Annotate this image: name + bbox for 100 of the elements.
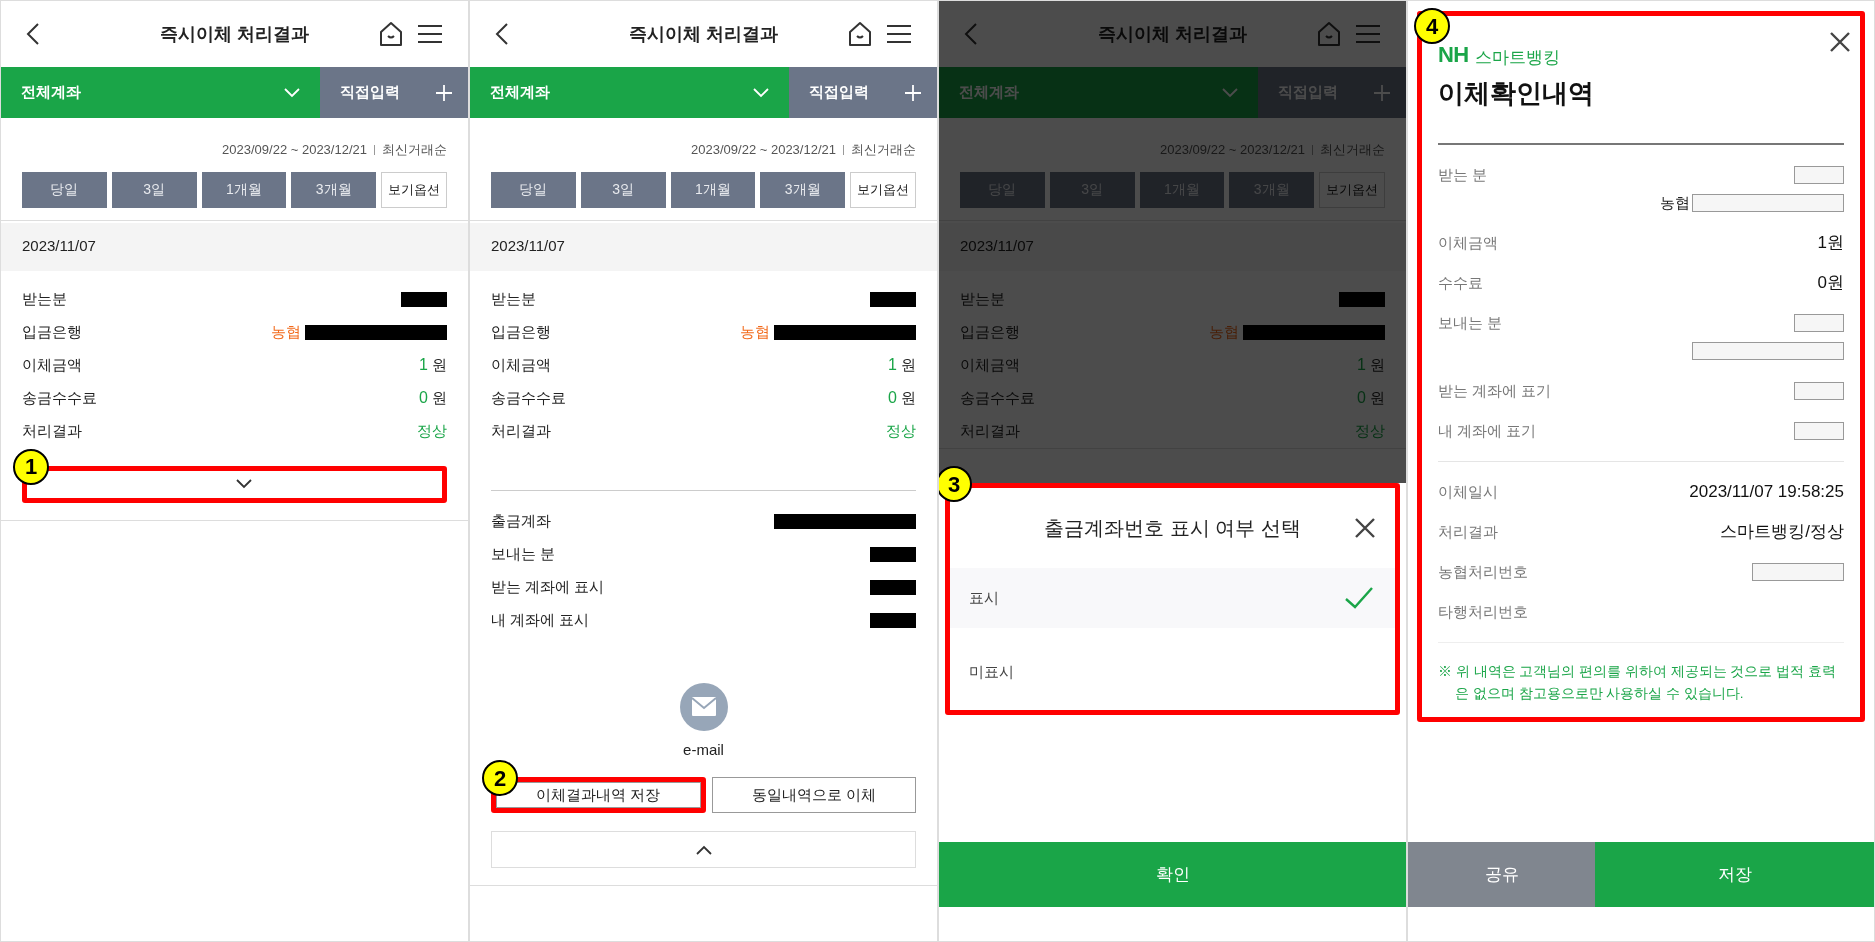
row-value: 스마트뱅킹/정상 — [1720, 521, 1844, 544]
row-label: 입금은행 — [960, 321, 1020, 342]
check-icon — [1345, 587, 1373, 609]
redaction-bar — [870, 579, 916, 595]
currency-unit: 원 — [432, 354, 447, 375]
masked-field — [1794, 422, 1844, 440]
plus-icon — [905, 84, 921, 101]
row-label: 송금수수료 — [22, 387, 97, 408]
repeat-transfer-button[interactable]: 동일내역으로 이체 — [711, 777, 916, 813]
home-icon[interactable] — [379, 21, 403, 47]
row-label: 받는 계좌에 표기 — [1438, 380, 1552, 401]
share-button[interactable]: 공유 — [1408, 842, 1595, 907]
row-label: 받는 분 — [1438, 164, 1488, 185]
confirm-button[interactable]: 확인 — [939, 842, 1406, 907]
row-label: 처리결과 — [1438, 521, 1498, 542]
option-row[interactable]: 표시 — [950, 568, 1395, 628]
date-header: 2023/11/07 — [1, 222, 468, 271]
brand-name: 스마트뱅킹 — [1474, 49, 1560, 66]
row-label: 받는분 — [22, 288, 67, 309]
row-value: 2023/11/07 19:58:25 — [1689, 481, 1844, 504]
redaction-bar — [401, 291, 447, 307]
row-label: 보내는 분 — [491, 543, 556, 564]
back-icon[interactable] — [495, 22, 509, 46]
screen-title: 즉시이체 처리결과 — [1097, 22, 1248, 46]
period-button[interactable]: 당일 — [22, 171, 107, 208]
plus-icon — [436, 84, 452, 101]
sheet-title: 출금계좌번호 표시 여부 선택 — [1044, 516, 1301, 541]
row-label: 받는 계좌에 표시 — [491, 576, 605, 597]
period-button[interactable]: 3개월 — [291, 171, 376, 208]
back-icon[interactable] — [26, 22, 40, 46]
date-range: 2023/09/22 ~ 2023/12/21 — [691, 141, 836, 159]
dropdown-chevron-icon — [753, 87, 769, 98]
row-label: 입금은행 — [491, 321, 551, 342]
period-button[interactable]: 3일 — [580, 171, 666, 208]
row-label: 송금수수료 — [491, 387, 566, 408]
email-share-button[interactable]: e-mail — [679, 682, 728, 761]
view-options-button[interactable]: 보기옵션 — [381, 171, 447, 208]
masked-field — [1794, 166, 1844, 184]
amount-value: 0 — [888, 388, 897, 408]
row-label: 이체금액 — [22, 354, 82, 375]
row-label: 보내는 분 — [1438, 312, 1503, 333]
sort-order: 최신거래순 — [382, 141, 447, 159]
menu-icon[interactable] — [417, 24, 443, 44]
masked-field — [1794, 382, 1844, 400]
bank-name: 농협 — [740, 321, 770, 342]
row-label: 내 계좌에 표시 — [491, 609, 590, 630]
row-label: 내 계좌에 표기 — [1438, 420, 1537, 441]
period-button[interactable]: 1개월 — [201, 171, 287, 208]
menu-icon[interactable] — [886, 24, 912, 44]
collapse-toggle[interactable] — [491, 831, 916, 868]
row-label: 타행처리번호 — [1438, 601, 1528, 622]
save-button[interactable]: 저장 — [1595, 842, 1874, 907]
direct-input-button[interactable]: 직접입력 — [789, 67, 937, 118]
row-label: 이체금액 — [960, 354, 1020, 375]
currency-unit: 원 — [1370, 387, 1385, 408]
row-value: 1원 — [1817, 232, 1844, 255]
callout-badge: 2 — [482, 760, 518, 796]
currency-unit: 원 — [1370, 354, 1385, 375]
screen-title: 즉시이체 처리결과 — [628, 22, 779, 46]
row-label: 이체일시 — [1438, 481, 1498, 502]
bank-name: 농협 — [1660, 192, 1690, 213]
direct-input-button[interactable]: 직접입력 — [320, 67, 468, 118]
screen-title: 즉시이체 처리결과 — [159, 22, 310, 46]
status-value: 정상 — [417, 420, 447, 441]
sort-order: 최신거래순 — [851, 141, 916, 159]
amount-value: 1 — [888, 355, 897, 375]
callout-badge: 3 — [939, 466, 972, 502]
row-label: 수수료 — [1438, 272, 1483, 293]
account-dropdown[interactable]: 전체계좌 — [470, 67, 789, 118]
amount-value: 1 — [419, 355, 428, 375]
close-icon[interactable] — [1830, 32, 1850, 52]
account-dropdown[interactable]: 전체계좌 — [1, 67, 320, 118]
currency-unit: 원 — [901, 354, 916, 375]
home-icon[interactable] — [848, 21, 872, 47]
period-button[interactable]: 당일 — [491, 171, 576, 208]
row-value: 0원 — [1817, 272, 1844, 295]
close-icon[interactable] — [1355, 518, 1375, 538]
amount-value: 0 — [1357, 388, 1366, 408]
row-label: 처리결과 — [960, 420, 1020, 441]
period-button[interactable]: 3일 — [111, 171, 197, 208]
amount-value: 1 — [1357, 355, 1366, 375]
callout-badge: 1 — [13, 448, 49, 485]
period-button[interactable]: 3개월 — [760, 171, 845, 208]
brand-logo: NH — [1438, 44, 1469, 66]
status-value: 정상 — [886, 420, 916, 441]
row-label: 이체금액 — [1438, 232, 1498, 253]
callout-badge: 4 — [1414, 8, 1450, 44]
date-range: 2023/09/22 ~ 2023/12/21 — [222, 141, 367, 159]
view-options-button[interactable]: 보기옵션 — [850, 171, 916, 208]
period-button[interactable]: 1개월 — [670, 171, 756, 208]
redaction-bar — [870, 612, 916, 628]
currency-unit: 원 — [901, 387, 916, 408]
bank-name: 농협 — [271, 321, 301, 342]
date-header: 2023/11/07 — [470, 222, 937, 271]
redaction-bar — [870, 546, 916, 562]
currency-unit: 원 — [432, 387, 447, 408]
redaction-bar — [870, 291, 916, 307]
row-label: 받는분 — [491, 288, 536, 309]
bank-name: 농협 — [1209, 321, 1239, 342]
row-label: 처리결과 — [22, 420, 82, 441]
